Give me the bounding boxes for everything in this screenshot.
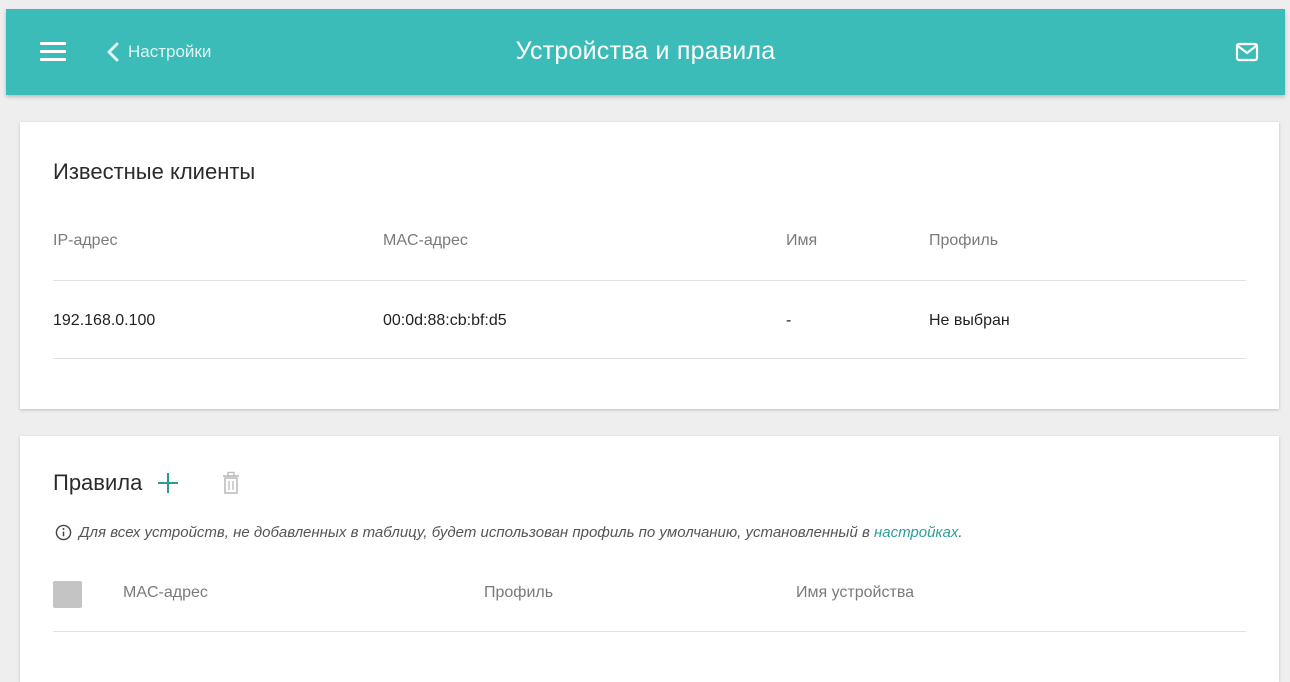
- top-app-bar: Настройки Устройства и правила: [6, 9, 1285, 95]
- column-header-device-name: Имя устройства: [796, 584, 915, 601]
- client-profile: Не выбран: [929, 312, 1010, 329]
- rules-title: Правила: [53, 470, 143, 495]
- known-clients-title: Известные клиенты: [53, 159, 256, 184]
- rules-header: Правила: [53, 468, 240, 498]
- page-title: Устройства и правила: [515, 37, 776, 65]
- info-icon: [55, 524, 72, 541]
- column-header-profile: Профиль: [929, 232, 999, 249]
- trash-icon[interactable]: [222, 471, 240, 495]
- known-clients-card: Известные клиенты IP-адрес MAC-адрес Имя…: [20, 122, 1279, 409]
- plus-icon[interactable]: [156, 471, 180, 495]
- settings-link[interactable]: настройках: [874, 524, 958, 541]
- column-header-ip: IP-адрес: [53, 232, 118, 249]
- default-profile-hint: Для всех устройств, не добавленных в таб…: [55, 524, 963, 541]
- known-clients-table-header: IP-адрес MAC-адрес Имя Профиль: [53, 232, 1246, 252]
- column-header-mac: MAC-адрес: [123, 584, 208, 601]
- column-header-mac: MAC-адрес: [383, 232, 468, 249]
- rules-table-header: MAC-адрес Профиль Имя устройства: [53, 584, 1246, 604]
- mail-icon[interactable]: [1235, 40, 1259, 64]
- client-mac: 00:0d:88:cb:bf:d5: [383, 312, 507, 329]
- table-divider: [53, 631, 1246, 632]
- hint-text: Для всех устройств, не добавленных в таб…: [79, 524, 870, 541]
- column-header-profile: Профиль: [484, 584, 554, 601]
- hint-end: .: [958, 524, 963, 541]
- table-row[interactable]: 192.168.0.100 00:0d:88:cb:bf:d5 - Не выб…: [53, 312, 1246, 334]
- rules-card: Правила Для всех устройств, не добавленн…: [20, 436, 1279, 682]
- table-divider: [53, 358, 1246, 359]
- table-divider: [53, 280, 1246, 281]
- client-name: -: [786, 312, 792, 329]
- column-header-name: Имя: [786, 232, 818, 249]
- client-ip: 192.168.0.100: [53, 312, 156, 329]
